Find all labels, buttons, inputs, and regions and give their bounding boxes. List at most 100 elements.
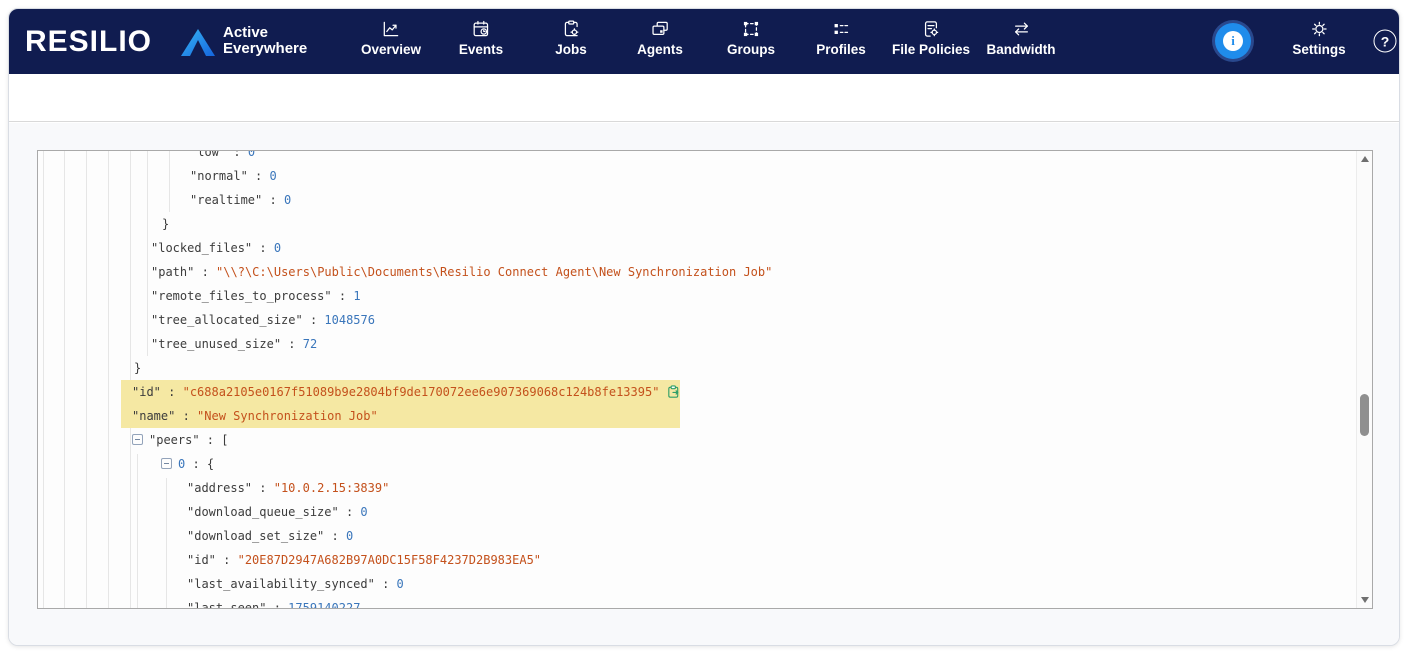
json-key: "path" <box>151 265 194 279</box>
top-navigation-bar: RESILIO Active Everywhere <box>9 9 1399 74</box>
json-rows: "low" : 0"normal" : 0"realtime" : 0}"loc… <box>38 151 1356 608</box>
json-value: 72 <box>303 337 317 351</box>
nav-item-events[interactable]: Events <box>459 9 503 74</box>
nav-item-jobs[interactable]: Jobs <box>555 9 587 74</box>
json-value: 1759140227 <box>288 601 360 608</box>
json-row: "tree_unused_size" : 72 <box>38 332 1356 356</box>
scroll-up-arrow-icon <box>1361 156 1369 162</box>
json-separator: : <box>266 601 288 608</box>
question-mark-icon: ? <box>1381 33 1390 49</box>
json-row: "path" : "\\?\C:\Users\Public\Documents\… <box>38 260 1356 284</box>
nav-item-groups[interactable]: Groups <box>727 9 775 74</box>
json-key: "last_availability_synced" <box>187 577 375 591</box>
json-value: "\\?\C:\Users\Public\Documents\Resilio C… <box>216 265 772 279</box>
json-row: "low" : 0 <box>38 151 1356 164</box>
toolbar-strip <box>9 74 1399 122</box>
json-value: "New Synchronization Job" <box>197 409 378 423</box>
agents-devices-icon <box>650 19 670 39</box>
json-row: } <box>38 212 1356 236</box>
json-separator: : <box>262 193 284 207</box>
json-key: "last_seen" <box>187 601 266 608</box>
json-row: 0 : { <box>38 452 1356 476</box>
json-row: "locked_files" : 0 <box>38 236 1356 260</box>
json-value: "c688a2105e0167f51089b9e2804bf9de170072e… <box>183 385 660 399</box>
json-separator: : <box>161 385 183 399</box>
json-value: 1 <box>353 289 360 303</box>
json-value: } <box>162 217 169 231</box>
json-key: "download_set_size" <box>187 529 324 543</box>
settings-gear-icon <box>1309 19 1329 39</box>
json-key: "id" <box>187 553 216 567</box>
main-content: "low" : 0"normal" : 0"realtime" : 0}"loc… <box>9 123 1399 646</box>
nav-item-overview[interactable]: Overview <box>361 9 421 74</box>
json-value: 0 <box>397 577 404 591</box>
nav-item-agents[interactable]: Agents <box>637 9 683 74</box>
active-everywhere-label: Active Everywhere <box>223 25 307 57</box>
json-key: "locked_files" <box>151 241 252 255</box>
nav-label: Groups <box>727 42 775 57</box>
profiles-list-icon <box>831 19 851 39</box>
jobs-clipboard-icon <box>561 19 581 39</box>
collapse-toggle-icon[interactable] <box>132 434 143 445</box>
json-value: 1048576 <box>324 313 375 327</box>
collapse-toggle-icon[interactable] <box>161 458 172 469</box>
nav-item-bandwidth[interactable]: Bandwidth <box>987 9 1056 74</box>
json-value: 0 <box>284 193 291 207</box>
json-row: "last_availability_synced" : 0 <box>38 572 1356 596</box>
resilio-logo[interactable]: RESILIO <box>25 9 152 74</box>
json-value: "20E87D2947A682B97A0DC15F58F4237D2B983EA… <box>238 553 541 567</box>
json-row: "remote_files_to_process" : 1 <box>38 284 1356 308</box>
scrollbar-thumb[interactable] <box>1360 394 1369 436</box>
bandwidth-arrows-icon <box>1011 19 1031 39</box>
json-separator: : <box>226 151 248 159</box>
json-value: [ <box>221 433 228 447</box>
json-key: "normal" <box>190 169 248 183</box>
info-button[interactable]: i <box>1215 23 1251 59</box>
json-tree: "low" : 0"normal" : 0"realtime" : 0}"loc… <box>38 151 1356 608</box>
json-row: "normal" : 0 <box>38 164 1356 188</box>
json-row: "id" : "20E87D2947A682B97A0DC15F58F4237D… <box>38 548 1356 572</box>
json-separator: : <box>194 265 216 279</box>
json-row: "name" : "New Synchronization Job" <box>38 404 1356 428</box>
nav-label: Settings <box>1292 42 1345 57</box>
json-separator: : <box>248 169 270 183</box>
json-value: 0 <box>248 151 255 159</box>
info-icon: i <box>1223 31 1243 51</box>
file-policies-document-icon <box>921 19 941 39</box>
nav-item-profiles[interactable]: Profiles <box>816 9 866 74</box>
json-row: "address" : "10.0.2.15:3839" <box>38 476 1356 500</box>
json-separator: : <box>252 241 274 255</box>
json-value: 0 <box>274 241 281 255</box>
json-value: } <box>134 361 141 375</box>
nav-item-settings[interactable]: Settings <box>1292 9 1345 74</box>
scrollbar[interactable] <box>1356 151 1372 608</box>
json-separator: : <box>303 313 325 327</box>
json-key: "realtime" <box>190 193 262 207</box>
json-separator: : <box>216 553 238 567</box>
json-value: { <box>207 457 214 471</box>
json-separator: : <box>375 577 397 591</box>
json-row: "peers" : [ <box>38 428 1356 452</box>
json-separator: : <box>185 457 207 471</box>
active-everywhere-logo-icon <box>181 29 215 61</box>
json-key: "tree_allocated_size" <box>151 313 303 327</box>
nav-label: Overview <box>361 42 421 57</box>
help-button[interactable]: ? <box>1374 30 1397 53</box>
nav-label: File Policies <box>892 42 970 57</box>
nav-item-file-policies[interactable]: File Policies <box>892 9 970 74</box>
json-row: "tree_allocated_size" : 1048576 <box>38 308 1356 332</box>
json-key: "id" <box>132 385 161 399</box>
json-value: "10.0.2.15:3839" <box>274 481 390 495</box>
json-row: "download_queue_size" : 0 <box>38 500 1356 524</box>
json-row: "download_set_size" : 0 <box>38 524 1356 548</box>
json-row: "realtime" : 0 <box>38 188 1356 212</box>
scroll-up-button[interactable] <box>1357 151 1373 167</box>
scroll-down-arrow-icon <box>1361 597 1369 603</box>
scroll-down-button[interactable] <box>1357 592 1373 608</box>
json-value: 0 <box>346 529 353 543</box>
nav-label: Bandwidth <box>987 42 1056 57</box>
nav-label: Jobs <box>555 42 587 57</box>
json-row: "last_seen" : 1759140227 <box>38 596 1356 608</box>
overview-chart-icon <box>381 19 401 39</box>
groups-selection-icon <box>741 19 761 39</box>
